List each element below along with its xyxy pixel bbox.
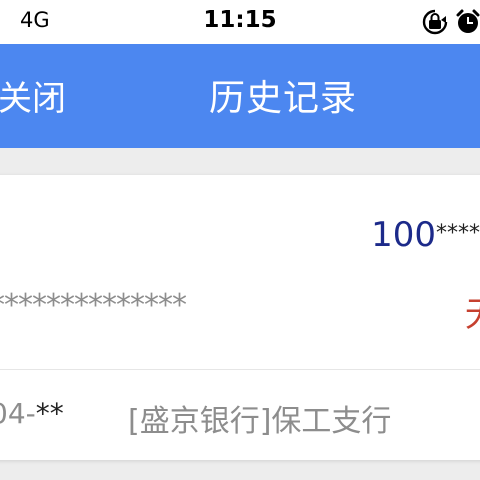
- divider: [0, 369, 480, 370]
- status-text: 无: [465, 287, 480, 336]
- alarm-clock-icon: [456, 9, 480, 33]
- date-mask: **: [35, 397, 64, 430]
- navigation-bar: 关闭 历史记录: [0, 44, 480, 148]
- history-record-card[interactable]: 100**** ************** 无 04-** [盛京银行]保工支…: [0, 175, 480, 460]
- date-prefix: 04-: [0, 397, 36, 430]
- masked-card-number: **************: [0, 288, 187, 323]
- clock-time: 11:15: [203, 7, 277, 33]
- rotation-lock-icon: [422, 9, 448, 35]
- status-icons: [414, 8, 480, 36]
- record-date: 04-**: [0, 397, 64, 430]
- transfer-amount: 100****: [371, 215, 480, 255]
- status-bar: 4G 11:15: [0, 0, 480, 44]
- amount-mask: ****: [436, 221, 480, 246]
- page-title: 历史记录: [208, 78, 357, 119]
- amount-value: 100: [371, 215, 436, 255]
- bank-branch-name: [盛京银行]保工支行: [128, 404, 392, 439]
